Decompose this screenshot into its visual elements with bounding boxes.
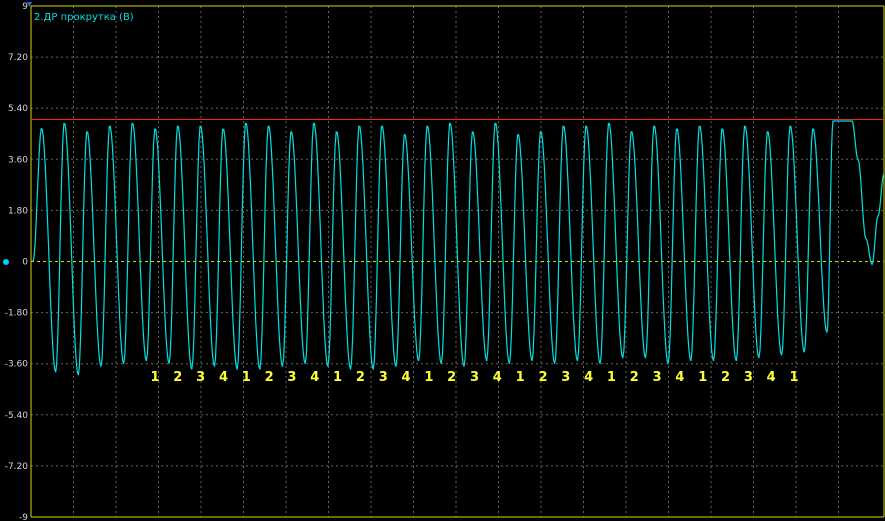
y-tick-label: -9 (19, 513, 28, 521)
cylinder-marker-label: 4 (219, 370, 228, 385)
cylinder-marker-label: 2 (630, 370, 639, 385)
y-tick-label: -7.20 (5, 462, 29, 472)
cylinder-marker-label: 3 (287, 370, 296, 385)
y-tick-label: -5.40 (5, 411, 29, 421)
cylinder-marker-label: 4 (675, 370, 684, 385)
cylinder-marker-label: 2 (173, 370, 182, 385)
cylinder-markers: 12341234123412341234123412341 (150, 370, 798, 385)
channel-marker-icon[interactable] (3, 259, 9, 265)
cylinder-marker-label: 3 (744, 370, 753, 385)
cylinder-marker-label: 4 (767, 370, 776, 385)
cylinder-marker-label: 1 (789, 370, 798, 385)
cylinder-marker-label: 3 (470, 370, 479, 385)
cylinder-marker-label: 4 (402, 370, 411, 385)
cylinder-marker-label: 1 (516, 370, 525, 385)
cylinder-marker-label: 2 (538, 370, 547, 385)
cylinder-marker-label: 2 (265, 370, 274, 385)
cylinder-marker-label: 4 (493, 370, 502, 385)
cylinder-marker-label: 2 (447, 370, 456, 385)
cylinder-marker-label: 1 (333, 370, 342, 385)
cylinder-marker-label: 1 (150, 370, 159, 385)
cylinder-marker-label: 3 (653, 370, 662, 385)
y-tick-label: 5.40 (8, 104, 28, 114)
cylinder-marker-label: 3 (196, 370, 205, 385)
y-tick-label: 0 (22, 258, 28, 268)
cylinder-marker-label: 1 (242, 370, 251, 385)
series-title: 2.ДР прокрутка (В) (34, 12, 134, 23)
cylinder-marker-label: 1 (607, 370, 616, 385)
cylinder-marker-label: 1 (424, 370, 433, 385)
cylinder-marker-label: 3 (561, 370, 570, 385)
cylinder-marker-label: 4 (584, 370, 593, 385)
cylinder-marker-label: 2 (356, 370, 365, 385)
y-tick-label: -1.80 (5, 309, 29, 319)
y-tick-label: 3.60 (8, 155, 28, 165)
y-tick-label: -3.60 (5, 360, 29, 370)
cylinder-marker-label: 2 (721, 370, 730, 385)
cylinder-marker-label: 3 (379, 370, 388, 385)
cylinder-marker-label: 4 (310, 370, 319, 385)
oscilloscope-chart: 9 7.20 5.40 3.60 1.80 0 -1.80 -3.60 -5.40 -7.20 -9… (0, 0, 885, 521)
y-tick-label: 7.20 (8, 53, 28, 63)
y-tick-label: 9 (22, 2, 28, 12)
y-tick-label: 1.80 (8, 206, 28, 216)
cylinder-marker-label: 1 (698, 370, 707, 385)
